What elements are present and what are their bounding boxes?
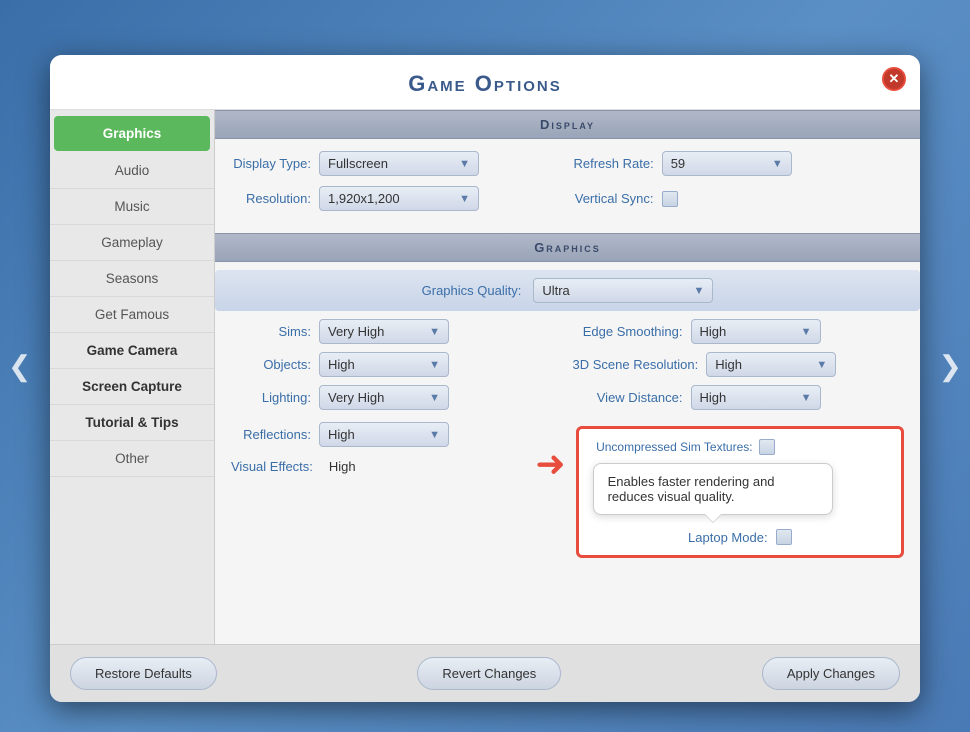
lighting-dropdown[interactable]: Very High ▼ xyxy=(319,385,449,410)
modal-header: Game Options ✕ xyxy=(50,55,920,110)
objects-arrow: ▼ xyxy=(429,359,440,371)
sims-label: Sims: xyxy=(231,324,311,339)
sidebar-item-music[interactable]: Music xyxy=(50,189,214,225)
uncompressed-checkbox[interactable] xyxy=(759,439,775,455)
sidebar-item-other[interactable]: Other xyxy=(50,441,214,477)
game-options-modal: Game Options ✕ Graphics Audio Music Game… xyxy=(50,55,920,702)
content-area: Display Display Type: Fullscreen ▼ Refre… xyxy=(215,110,920,644)
reflections-arrow: ▼ xyxy=(429,429,440,441)
scene-resolution-arrow: ▼ xyxy=(816,359,827,371)
display-type-label: Display Type: xyxy=(231,156,311,171)
vertical-sync-label: Vertical Sync: xyxy=(574,191,654,206)
resolution-label: Resolution: xyxy=(231,191,311,206)
display-row-1: Display Type: Fullscreen ▼ Refresh Rate:… xyxy=(231,151,904,176)
refresh-rate-dropdown[interactable]: 59 ▼ xyxy=(662,151,792,176)
edge-smoothing-group: Edge Smoothing: High ▼ xyxy=(573,319,905,344)
uncompressed-label: Uncompressed Sim Textures: xyxy=(593,440,753,454)
visual-effects-group: Visual Effects: High xyxy=(231,455,525,478)
display-type-dropdown[interactable]: Fullscreen ▼ xyxy=(319,151,479,176)
scene-resolution-label: 3D Scene Resolution: xyxy=(573,357,699,372)
reflections-dropdown[interactable]: High ▼ xyxy=(319,422,449,447)
reflections-group: Reflections: High ▼ xyxy=(231,422,525,447)
refresh-rate-group: Refresh Rate: 59 ▼ xyxy=(574,151,905,176)
apply-changes-button[interactable]: Apply Changes xyxy=(762,657,900,690)
sidebar-item-screen-capture[interactable]: Screen Capture xyxy=(50,369,214,405)
tooltip-text: Enables faster rendering and reduces vis… xyxy=(608,474,775,504)
graphics-quality-dropdown[interactable]: Ultra ▼ xyxy=(533,278,713,303)
display-section-header: Display xyxy=(215,110,920,139)
close-button[interactable]: ✕ xyxy=(882,67,906,91)
display-settings: Display Type: Fullscreen ▼ Refresh Rate:… xyxy=(215,139,920,233)
view-distance-dropdown[interactable]: High ▼ xyxy=(691,385,821,410)
resolution-group: Resolution: 1,920x1,200 ▼ xyxy=(231,186,562,211)
quality-label: Graphics Quality: xyxy=(422,283,522,298)
graphics-quality-row: Graphics Quality: Ultra ▼ xyxy=(215,270,920,311)
display-type-arrow: ▼ xyxy=(459,158,470,170)
nav-left-arrow[interactable]: ❮ xyxy=(8,350,31,383)
view-distance-arrow: ▼ xyxy=(801,392,812,404)
lighting-label: Lighting: xyxy=(231,390,311,405)
sidebar-item-tutorial-tips[interactable]: Tutorial & Tips xyxy=(50,405,214,441)
sidebar: Graphics Audio Music Gameplay Seasons Ge… xyxy=(50,110,215,644)
sims-dropdown[interactable]: Very High ▼ xyxy=(319,319,449,344)
sims-group: Sims: Very High ▼ xyxy=(231,319,563,344)
objects-label: Objects: xyxy=(231,357,311,372)
graphics-section-header: Graphics xyxy=(215,233,920,262)
sidebar-item-gameplay[interactable]: Gameplay xyxy=(50,225,214,261)
view-distance-group: View Distance: High ▼ xyxy=(573,385,905,410)
red-arrow-icon: ➜ xyxy=(535,446,565,482)
edge-smoothing-dropdown[interactable]: High ▼ xyxy=(691,319,821,344)
visual-effects-value: High xyxy=(321,455,364,478)
restore-defaults-button[interactable]: Restore Defaults xyxy=(70,657,217,690)
objects-scene-row: Objects: High ▼ 3D Scene Resolution: Hig… xyxy=(215,352,920,377)
tooltip-bubble: Enables faster rendering and reduces vis… xyxy=(593,463,833,515)
sidebar-item-game-camera[interactable]: Game Camera xyxy=(50,333,214,369)
resolution-arrow: ▼ xyxy=(459,193,470,205)
display-type-group: Display Type: Fullscreen ▼ xyxy=(231,151,562,176)
lighting-group: Lighting: Very High ▼ xyxy=(231,385,563,410)
sidebar-item-get-famous[interactable]: Get Famous xyxy=(50,297,214,333)
modal-footer: Restore Defaults Revert Changes Apply Ch… xyxy=(50,644,920,702)
modal-title: Game Options xyxy=(408,71,562,96)
sims-arrow: ▼ xyxy=(429,326,440,338)
resolution-dropdown[interactable]: 1,920x1,200 ▼ xyxy=(319,186,479,211)
refresh-rate-arrow: ▼ xyxy=(772,158,783,170)
sidebar-item-graphics[interactable]: Graphics xyxy=(54,116,210,151)
sidebar-item-seasons[interactable]: Seasons xyxy=(50,261,214,297)
sims-edge-row: Sims: Very High ▼ Edge Smoothing: High ▼ xyxy=(215,319,920,344)
modal-body: Graphics Audio Music Gameplay Seasons Ge… xyxy=(50,110,920,644)
refresh-rate-label: Refresh Rate: xyxy=(574,156,654,171)
lighting-view-row: Lighting: Very High ▼ View Distance: Hig… xyxy=(215,385,920,410)
lighting-arrow: ▼ xyxy=(429,392,440,404)
laptop-mode-label: Laptop Mode: xyxy=(688,530,768,545)
scene-resolution-group: 3D Scene Resolution: High ▼ xyxy=(573,352,905,377)
reflections-label: Reflections: xyxy=(231,427,311,442)
objects-dropdown[interactable]: High ▼ xyxy=(319,352,449,377)
objects-group: Objects: High ▼ xyxy=(231,352,563,377)
highlight-box: Uncompressed Sim Textures: Enables faste… xyxy=(576,426,904,558)
nav-right-arrow[interactable]: ❯ xyxy=(939,350,962,383)
visual-effects-label: Visual Effects: xyxy=(231,459,313,474)
vertical-sync-checkbox[interactable] xyxy=(662,191,678,207)
revert-changes-button[interactable]: Revert Changes xyxy=(417,657,561,690)
display-row-2: Resolution: 1,920x1,200 ▼ Vertical Sync: xyxy=(231,186,904,211)
edge-smoothing-arrow: ▼ xyxy=(801,326,812,338)
scene-resolution-dropdown[interactable]: High ▼ xyxy=(706,352,836,377)
sidebar-item-audio[interactable]: Audio xyxy=(50,153,214,189)
laptop-mode-checkbox[interactable] xyxy=(776,529,792,545)
edge-smoothing-label: Edge Smoothing: xyxy=(573,324,683,339)
view-distance-label: View Distance: xyxy=(573,390,683,405)
vertical-sync-group: Vertical Sync: xyxy=(574,191,905,207)
quality-arrow: ▼ xyxy=(693,285,704,297)
